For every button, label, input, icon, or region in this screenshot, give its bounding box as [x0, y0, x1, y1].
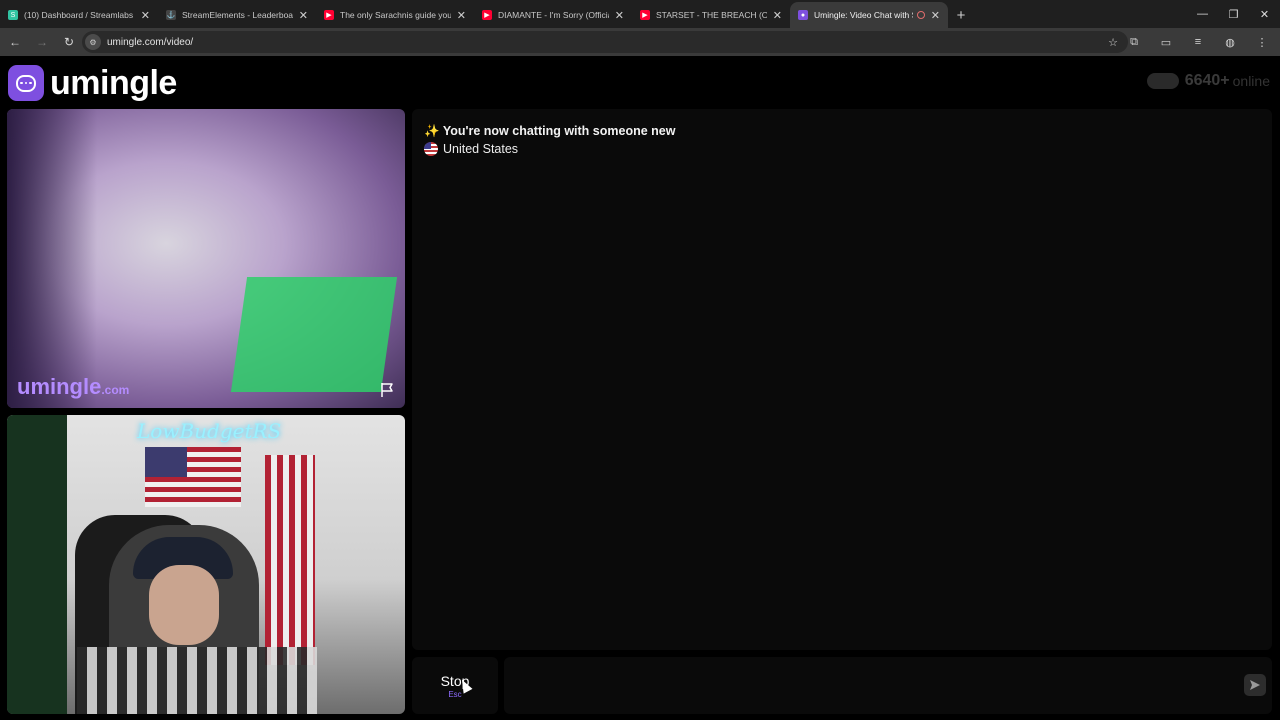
video-watermark: umingle.com	[17, 374, 130, 399]
recording-icon	[916, 11, 925, 19]
sparkles-icon: ✨	[424, 124, 440, 138]
browser-tab-active[interactable]: ● Umingle: Video Chat with St ✕	[790, 2, 948, 28]
close-tab-icon[interactable]: ✕	[141, 9, 150, 22]
neon-sign: LowBudgetRS	[137, 419, 282, 443]
tab-title: Umingle: Video Chat with St	[814, 10, 913, 20]
stop-button[interactable]: Stop Esc	[412, 657, 498, 714]
self-video: LowBudgetRS	[7, 415, 405, 714]
profile-icon[interactable]: ◍	[1218, 30, 1242, 54]
online-counter: 6640+ online	[1146, 72, 1270, 90]
site-info-icon[interactable]: ⚙	[85, 34, 101, 50]
close-tab-icon[interactable]: ✕	[299, 9, 308, 22]
close-tab-icon[interactable]: ✕	[773, 9, 782, 22]
chat-log: ✨ You're now chatting with someone new U…	[412, 109, 1272, 650]
umingle-icon: ●	[798, 10, 808, 20]
browser-tab[interactable]: ▶ The only Sarachnis guide you n ✕	[316, 2, 474, 28]
new-tab-icon[interactable]: +	[948, 2, 974, 28]
tab-title: The only Sarachnis guide you n	[340, 10, 451, 20]
tab-title: StreamElements - Leaderboard	[182, 10, 293, 20]
chat-bubble-icon	[8, 65, 44, 101]
site-logo[interactable]: umingle	[8, 64, 177, 102]
send-button[interactable]	[1244, 674, 1266, 696]
browser-tab-bar: S (10) Dashboard / Streamlabs ✕ ⚓ Stream…	[0, 0, 1280, 28]
restore-icon[interactable]: ❐	[1218, 0, 1249, 28]
message-box[interactable]	[504, 657, 1272, 714]
close-tab-icon[interactable]: ✕	[457, 9, 466, 22]
url-text[interactable]: umingle.com/video/	[107, 37, 193, 48]
browser-tab[interactable]: ⚓ StreamElements - Leaderboard ✕	[158, 2, 316, 28]
menu-icon[interactable]: ⋮	[1250, 30, 1274, 54]
chat-country-message: United States	[424, 142, 518, 156]
chat-status-message: ✨ You're now chatting with someone new	[424, 124, 676, 138]
streamlabs-icon: S	[8, 10, 18, 20]
minimize-icon[interactable]: —	[1187, 0, 1218, 28]
browser-tab[interactable]: ▶ DIAMANTE - I'm Sorry (Official ✕	[474, 2, 632, 28]
report-flag-icon[interactable]	[379, 382, 395, 398]
reload-icon[interactable]: ↻	[57, 30, 81, 54]
browser-toolbar: ← → ↻ ⚙ umingle.com/video/ ☆ ⧉ ▭ ≡ ◍ ⋮	[0, 28, 1280, 56]
forward-icon[interactable]: →	[30, 30, 54, 54]
window-controls: — ❐ ✕	[1187, 0, 1280, 28]
cast-icon[interactable]: ▭	[1154, 30, 1178, 54]
online-label: online	[1232, 73, 1270, 89]
browser-tab[interactable]: S (10) Dashboard / Streamlabs ✕	[0, 2, 158, 28]
online-toggle[interactable]	[1146, 73, 1179, 89]
browser-tab[interactable]: ▶ STARSET - THE BREACH (Officia ✕	[632, 2, 790, 28]
youtube-icon: ▶	[324, 10, 334, 20]
youtube-icon: ▶	[482, 10, 492, 20]
tab-title: (10) Dashboard / Streamlabs	[24, 10, 134, 20]
toolbar-icons: ⧉ ▭ ≡ ◍ ⋮	[1114, 28, 1274, 56]
media-controls-icon[interactable]: ≡	[1186, 30, 1210, 54]
tab-title: DIAMANTE - I'm Sorry (Official	[498, 10, 609, 20]
back-icon[interactable]: ←	[3, 30, 27, 54]
close-tab-icon[interactable]: ✕	[931, 9, 940, 22]
message-input[interactable]	[516, 675, 1216, 695]
page: umingle 6640+ online umingle.com LowBudg…	[0, 56, 1280, 720]
address-bar[interactable]: ⚙ umingle.com/video/ ☆	[82, 31, 1128, 53]
close-window-icon[interactable]: ✕	[1249, 0, 1280, 28]
stranger-video: umingle.com	[7, 109, 405, 408]
stop-shortcut: Esc	[448, 689, 462, 699]
extensions-icon[interactable]: ⧉	[1122, 30, 1146, 54]
tab-title: STARSET - THE BREACH (Officia	[656, 10, 767, 20]
us-flag-icon	[424, 142, 438, 156]
send-icon	[1250, 680, 1260, 690]
close-tab-icon[interactable]: ✕	[615, 9, 624, 22]
online-count: 6640+	[1184, 72, 1230, 89]
streamelements-icon: ⚓	[166, 10, 176, 20]
youtube-icon: ▶	[640, 10, 650, 20]
logo-text: umingle	[50, 63, 177, 102]
